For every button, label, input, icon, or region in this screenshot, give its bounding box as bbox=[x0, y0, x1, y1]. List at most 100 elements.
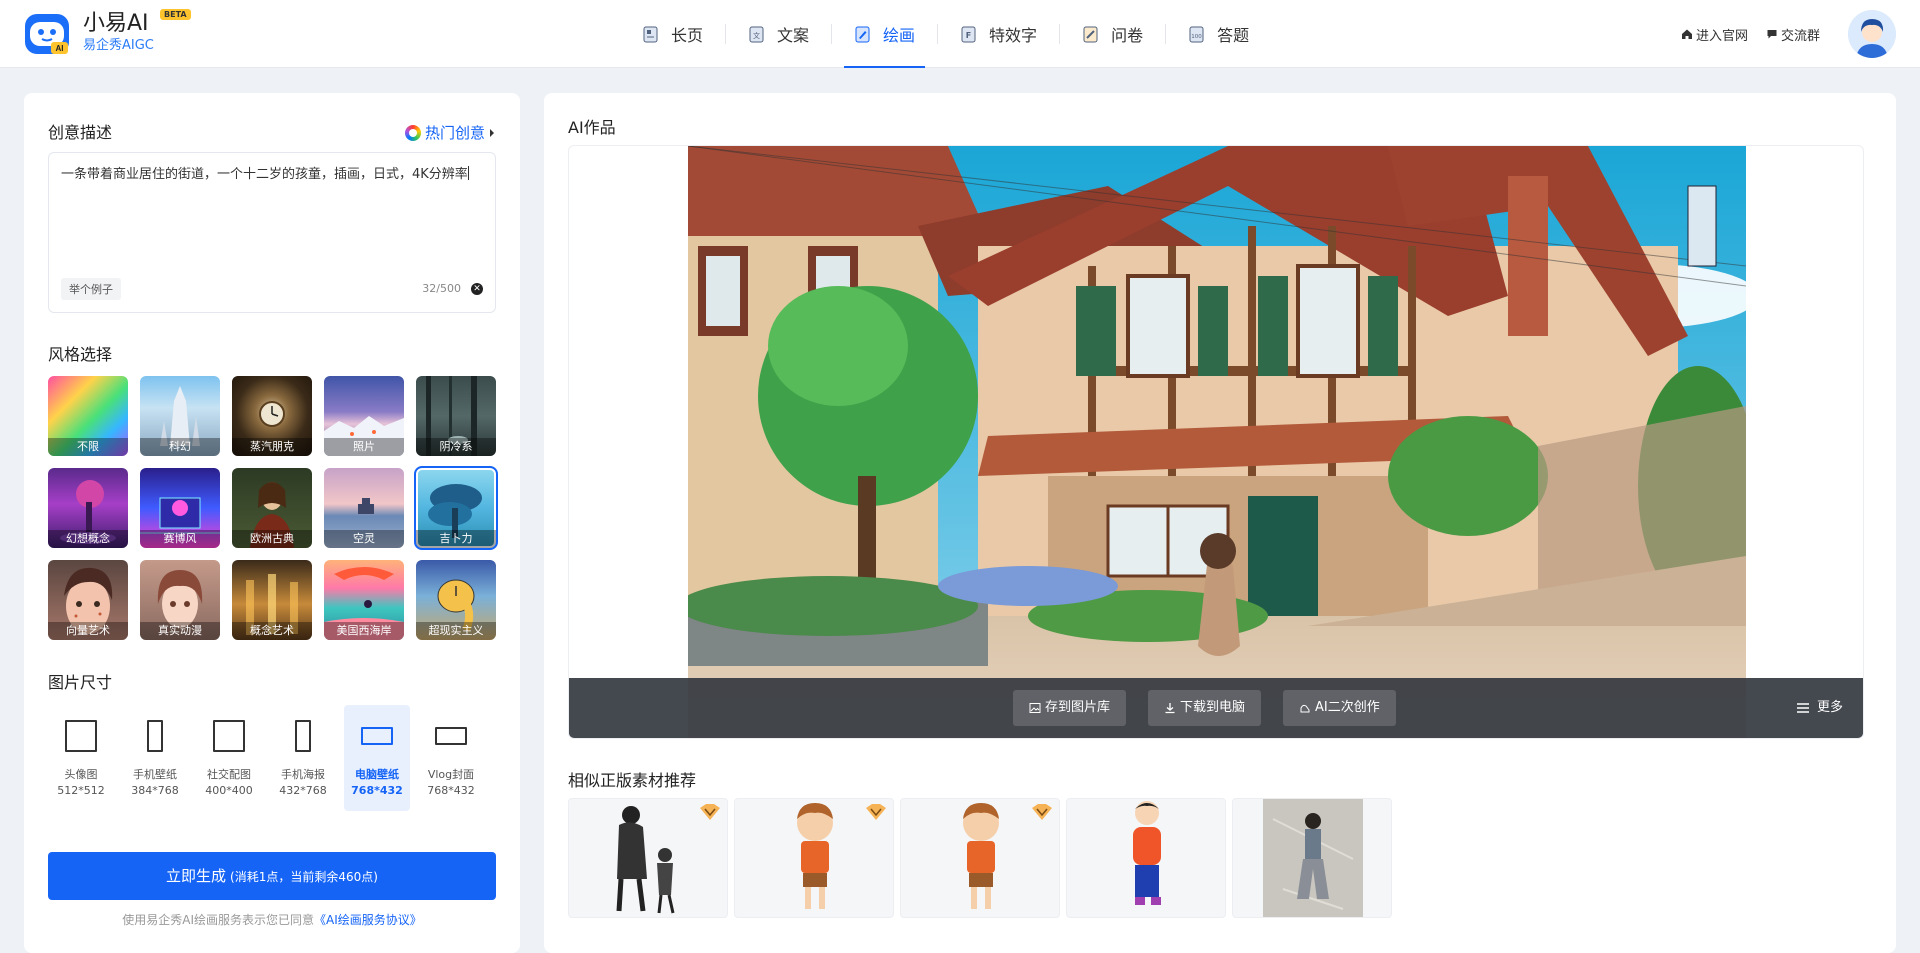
more-button[interactable]: 更多 bbox=[1796, 690, 1843, 726]
recommend-item[interactable] bbox=[900, 798, 1060, 918]
download-button[interactable]: 下载到电脑 bbox=[1148, 690, 1262, 726]
style-tile[interactable]: 照片 bbox=[324, 376, 404, 456]
style-tile-selected[interactable]: 吉卜力 bbox=[414, 466, 498, 550]
size-section-title: 图片尺寸 bbox=[48, 673, 113, 692]
artwork-action-bar: 存到图片库 下载到电脑 AI二次创作 更多 bbox=[569, 678, 1863, 738]
nav-item-survey[interactable]: 问卷 bbox=[1060, 0, 1165, 68]
style-tile[interactable]: 蒸汽朋克 bbox=[232, 376, 312, 456]
size-dim: 768*432 bbox=[351, 784, 403, 797]
agreement-text: 使用易企秀AI绘画服务表示您已同意《AI绘画服务协议》 bbox=[24, 911, 520, 928]
style-label: 不限 bbox=[48, 438, 128, 456]
char-counter: 32/500 bbox=[422, 282, 461, 295]
style-label: 蒸汽朋克 bbox=[232, 438, 312, 456]
nav-label: 问卷 bbox=[1111, 26, 1144, 45]
size-option-vlog-cover[interactable]: Vlog封面 768*432 bbox=[418, 705, 484, 811]
svg-text:AI: AI bbox=[56, 44, 64, 53]
nav-item-long-page[interactable]: 长页 bbox=[620, 0, 725, 68]
style-label: 超现实主义 bbox=[416, 622, 496, 640]
size-option-phone-poster[interactable]: 手机海报 432*768 bbox=[270, 705, 336, 811]
style-tile[interactable]: 不限 bbox=[48, 376, 128, 456]
effect-text-icon: F bbox=[961, 26, 976, 42]
style-label: 吉卜力 bbox=[416, 530, 496, 548]
style-tile[interactable]: 向量艺术 bbox=[48, 560, 128, 640]
nav-item-effect-text[interactable]: F 特效字 bbox=[938, 0, 1059, 68]
style-tile[interactable]: 阴冷系 bbox=[416, 376, 496, 456]
example-button[interactable]: 举个例子 bbox=[61, 278, 121, 300]
style-label: 欧洲古典 bbox=[232, 530, 312, 548]
recommend-item[interactable] bbox=[568, 798, 728, 918]
style-label: 真实动漫 bbox=[140, 622, 220, 640]
copywriting-icon: 文 bbox=[749, 26, 764, 42]
home-icon bbox=[1681, 29, 1692, 39]
style-label: 照片 bbox=[324, 438, 404, 456]
nav-label: 文案 bbox=[777, 26, 810, 45]
portrait-shape-icon bbox=[147, 720, 163, 752]
size-name: 手机海报 bbox=[281, 768, 325, 781]
svg-text:100: 100 bbox=[1191, 34, 1202, 40]
size-name: 手机壁纸 bbox=[133, 768, 177, 781]
generate-button[interactable]: 立即生成 (消耗1点，当前剩余460点) bbox=[48, 852, 496, 900]
nav-label: 长页 bbox=[671, 26, 704, 45]
size-option-phone-wallpaper[interactable]: 手机壁纸 384*768 bbox=[122, 705, 188, 811]
recommend-item[interactable] bbox=[734, 798, 894, 918]
magic-hand-icon bbox=[1300, 704, 1310, 713]
style-tile[interactable]: 欧洲古典 bbox=[232, 468, 312, 548]
artwork-frame: 存到图片库 下载到电脑 AI二次创作 更多 bbox=[568, 145, 1864, 739]
style-tile[interactable]: 科幻 bbox=[140, 376, 220, 456]
works-title: AI作品 bbox=[568, 118, 616, 137]
website-link-label: 进入官网 bbox=[1695, 28, 1748, 44]
ai-remix-button[interactable]: AI二次创作 bbox=[1283, 690, 1396, 726]
nav-item-quiz[interactable]: 100 答题 bbox=[1166, 0, 1271, 68]
hot-ideas-label: 热门创意 bbox=[424, 124, 485, 142]
style-label: 空灵 bbox=[324, 530, 404, 548]
size-option-social[interactable]: 社交配图 400*400 bbox=[196, 705, 262, 811]
size-name: 电脑壁纸 bbox=[355, 768, 399, 781]
generated-artwork[interactable] bbox=[688, 146, 1746, 739]
nav-label: 特效字 bbox=[989, 26, 1038, 45]
chevron-right-icon bbox=[490, 128, 494, 137]
prompt-textarea[interactable]: 一条带着商业居住的街道，一个十二岁的孩童，插画，日式，4K分辨率 举个例子 32… bbox=[48, 152, 496, 313]
size-option-avatar[interactable]: 头像图 512*512 bbox=[48, 705, 114, 811]
service-agreement-link[interactable]: 《AI绘画服务协议》 bbox=[314, 913, 422, 927]
landscape-shape-icon bbox=[361, 727, 393, 745]
style-tile[interactable]: 赛博风 bbox=[140, 468, 220, 548]
brand-block: 小易AI BETA 易企秀AIGC bbox=[83, 9, 191, 54]
vip-crown-icon bbox=[1032, 804, 1052, 820]
download-label: 下载到电脑 bbox=[1180, 700, 1246, 715]
recommend-item[interactable] bbox=[1066, 798, 1226, 918]
ai-remix-label: AI二次创作 bbox=[1315, 700, 1380, 715]
nav-item-painting[interactable]: 绘画 bbox=[832, 0, 937, 68]
size-name: 社交配图 bbox=[207, 768, 251, 781]
size-name: Vlog封面 bbox=[427, 768, 475, 781]
style-tile[interactable]: 美国西海岸 bbox=[324, 560, 404, 640]
hot-ideas-link[interactable]: 热门创意 bbox=[404, 122, 496, 143]
website-link[interactable]: 进入官网 bbox=[1681, 25, 1748, 44]
xiaoyi-logo-icon[interactable]: AI bbox=[24, 10, 70, 56]
size-dim: 400*400 bbox=[205, 784, 253, 797]
child-photo-thumbnail bbox=[1263, 799, 1363, 917]
style-tile[interactable]: 幻想概念 bbox=[48, 468, 128, 548]
style-tile[interactable]: 空灵 bbox=[324, 468, 404, 548]
main-nav: 长页 文 文案 绘画 F 特效字 问卷 100 答题 bbox=[620, 0, 1271, 68]
user-avatar[interactable] bbox=[1848, 10, 1896, 58]
community-link[interactable]: 交流群 bbox=[1766, 25, 1820, 44]
nav-item-copywriting[interactable]: 文 文案 bbox=[726, 0, 831, 68]
portrait-shape-icon bbox=[295, 720, 311, 752]
save-to-library-button[interactable]: 存到图片库 bbox=[1013, 690, 1127, 726]
style-tile[interactable]: 超现实主义 bbox=[416, 560, 496, 640]
community-link-label: 交流群 bbox=[1780, 28, 1820, 44]
download-icon bbox=[1165, 703, 1175, 714]
style-tile[interactable]: 概念艺术 bbox=[232, 560, 312, 640]
size-dim: 384*768 bbox=[131, 784, 179, 797]
chat-icon bbox=[1767, 30, 1777, 39]
top-header: AI 小易AI BETA 易企秀AIGC 长页 文 文案 绘画 F 特效字 问卷 bbox=[0, 0, 1920, 68]
clear-icon[interactable]: ✕ bbox=[471, 283, 483, 295]
style-label: 幻想概念 bbox=[48, 530, 128, 548]
style-label: 向量艺术 bbox=[48, 622, 128, 640]
style-tile[interactable]: 真实动漫 bbox=[140, 560, 220, 640]
vip-crown-icon bbox=[700, 804, 720, 820]
painting-icon bbox=[855, 26, 870, 42]
recommend-item[interactable] bbox=[1232, 798, 1392, 918]
prompt-text[interactable]: 一条带着商业居住的街道，一个十二岁的孩童，插画，日式，4K分辨率 bbox=[61, 165, 481, 185]
size-option-desktop-wallpaper[interactable]: 电脑壁纸 768*432 bbox=[344, 705, 410, 811]
